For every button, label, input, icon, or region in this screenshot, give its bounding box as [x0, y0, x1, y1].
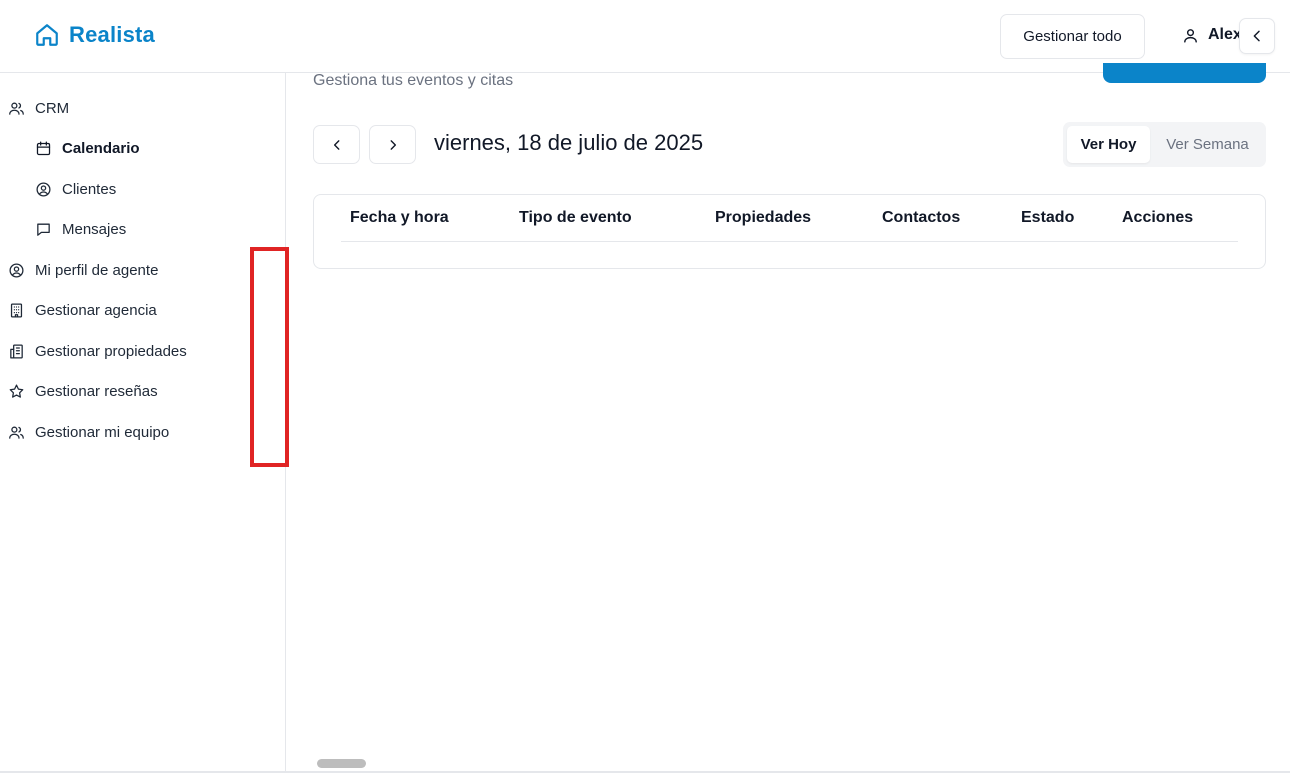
chevron-left-icon — [333, 139, 339, 150]
column-header-propiedades[interactable]: Propiedades — [715, 209, 811, 227]
next-day-button[interactable] — [369, 125, 416, 164]
column-header-estado[interactable]: Estado — [1021, 209, 1074, 227]
sidebar-item-label: Gestionar agencia — [35, 301, 157, 319]
highlight-annotation-box — [250, 247, 289, 467]
sidebar-item-label: CRM — [35, 99, 70, 117]
events-table: Fecha y hora Tipo de evento Propiedades … — [313, 194, 1266, 269]
user-name: Alex — [1208, 26, 1242, 43]
sidebar: CRM Calendario Clientes Mensajes Mi perf… — [0, 73, 289, 773]
column-header-contactos[interactable]: Contactos — [882, 209, 960, 227]
view-today-button[interactable]: Ver Hoy — [1067, 126, 1150, 163]
collapse-sidebar-button[interactable] — [1239, 18, 1275, 54]
chevron-right-icon — [390, 139, 396, 150]
brand-name: Realista — [69, 22, 155, 47]
table-header-divider — [341, 241, 1238, 242]
sidebar-item-mi-perfil[interactable]: Mi perfil de agente — [8, 259, 158, 281]
sidebar-item-label: Gestionar reseñas — [35, 382, 158, 400]
view-toggle: Ver Hoy Ver Semana — [1063, 122, 1266, 167]
user-menu[interactable]: Alex — [1182, 26, 1242, 44]
building-icon — [10, 302, 23, 318]
sidebar-item-gestionar-resenas[interactable]: Gestionar reseñas — [8, 380, 158, 402]
sidebar-item-label: Gestionar mi equipo — [35, 423, 170, 441]
column-header-acciones[interactable]: Acciones — [1122, 209, 1193, 227]
calendar-icon — [36, 140, 51, 155]
users-icon — [9, 426, 24, 439]
sidebar-item-label: Mi perfil de agente — [35, 261, 159, 279]
previous-day-button[interactable] — [313, 125, 360, 164]
brand-logo[interactable]: Realista — [34, 22, 155, 48]
new-event-button[interactable] — [1103, 63, 1266, 83]
buildings-icon — [10, 343, 23, 359]
sidebar-item-label: Calendario — [62, 139, 140, 157]
current-date-title: viernes, 18 de julio de 2025 — [434, 130, 704, 155]
view-week-button[interactable]: Ver Semana — [1153, 126, 1262, 163]
manage-all-button[interactable]: Gestionar todo — [1000, 14, 1145, 59]
star-icon — [9, 383, 24, 398]
user-circle-icon — [9, 262, 24, 278]
chevron-left-icon — [1253, 30, 1260, 42]
sidebar-item-label: Mensajes — [62, 220, 127, 238]
sidebar-item-mensajes[interactable]: Mensajes — [35, 218, 126, 240]
horizontal-scrollbar[interactable] — [317, 759, 366, 768]
top-header: Realista Gestionar todo Alex — [0, 0, 1290, 73]
sidebar-item-gestionar-agencia[interactable]: Gestionar agencia — [8, 299, 157, 321]
column-header-fecha[interactable]: Fecha y hora — [350, 209, 449, 227]
page-subtitle: Gestiona tus eventos y citas — [313, 72, 514, 89]
sidebar-item-label: Gestionar propiedades — [35, 342, 187, 360]
sidebar-item-label: Clientes — [62, 180, 117, 198]
column-header-tipo[interactable]: Tipo de evento — [519, 209, 632, 227]
user-icon — [1184, 28, 1197, 43]
main-content: Gestiona tus eventos y citas viernes, 18… — [287, 63, 1290, 773]
sidebar-item-crm[interactable]: CRM — [8, 97, 69, 119]
sidebar-item-gestionar-propiedades[interactable]: Gestionar propiedades — [8, 340, 187, 362]
home-icon — [36, 24, 58, 46]
sidebar-item-clientes[interactable]: Clientes — [35, 178, 116, 200]
user-circle-icon — [36, 181, 51, 197]
message-icon — [37, 223, 50, 236]
sidebar-item-gestionar-equipo[interactable]: Gestionar mi equipo — [8, 421, 169, 443]
sidebar-item-calendario[interactable]: Calendario — [35, 137, 140, 159]
users-icon — [9, 102, 24, 115]
